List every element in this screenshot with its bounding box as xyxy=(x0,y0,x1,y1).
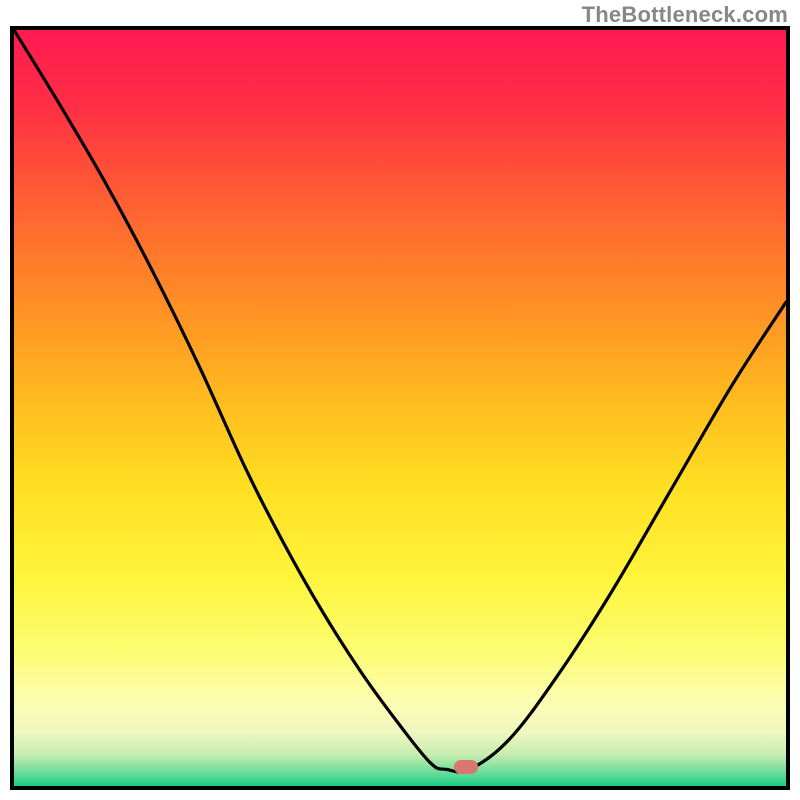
bottleneck-curve xyxy=(14,30,786,786)
optimum-marker xyxy=(454,760,478,774)
plot-frame xyxy=(10,26,790,790)
chart-stage: TheBottleneck.com xyxy=(0,0,800,800)
watermark-text: TheBottleneck.com xyxy=(582,2,788,28)
